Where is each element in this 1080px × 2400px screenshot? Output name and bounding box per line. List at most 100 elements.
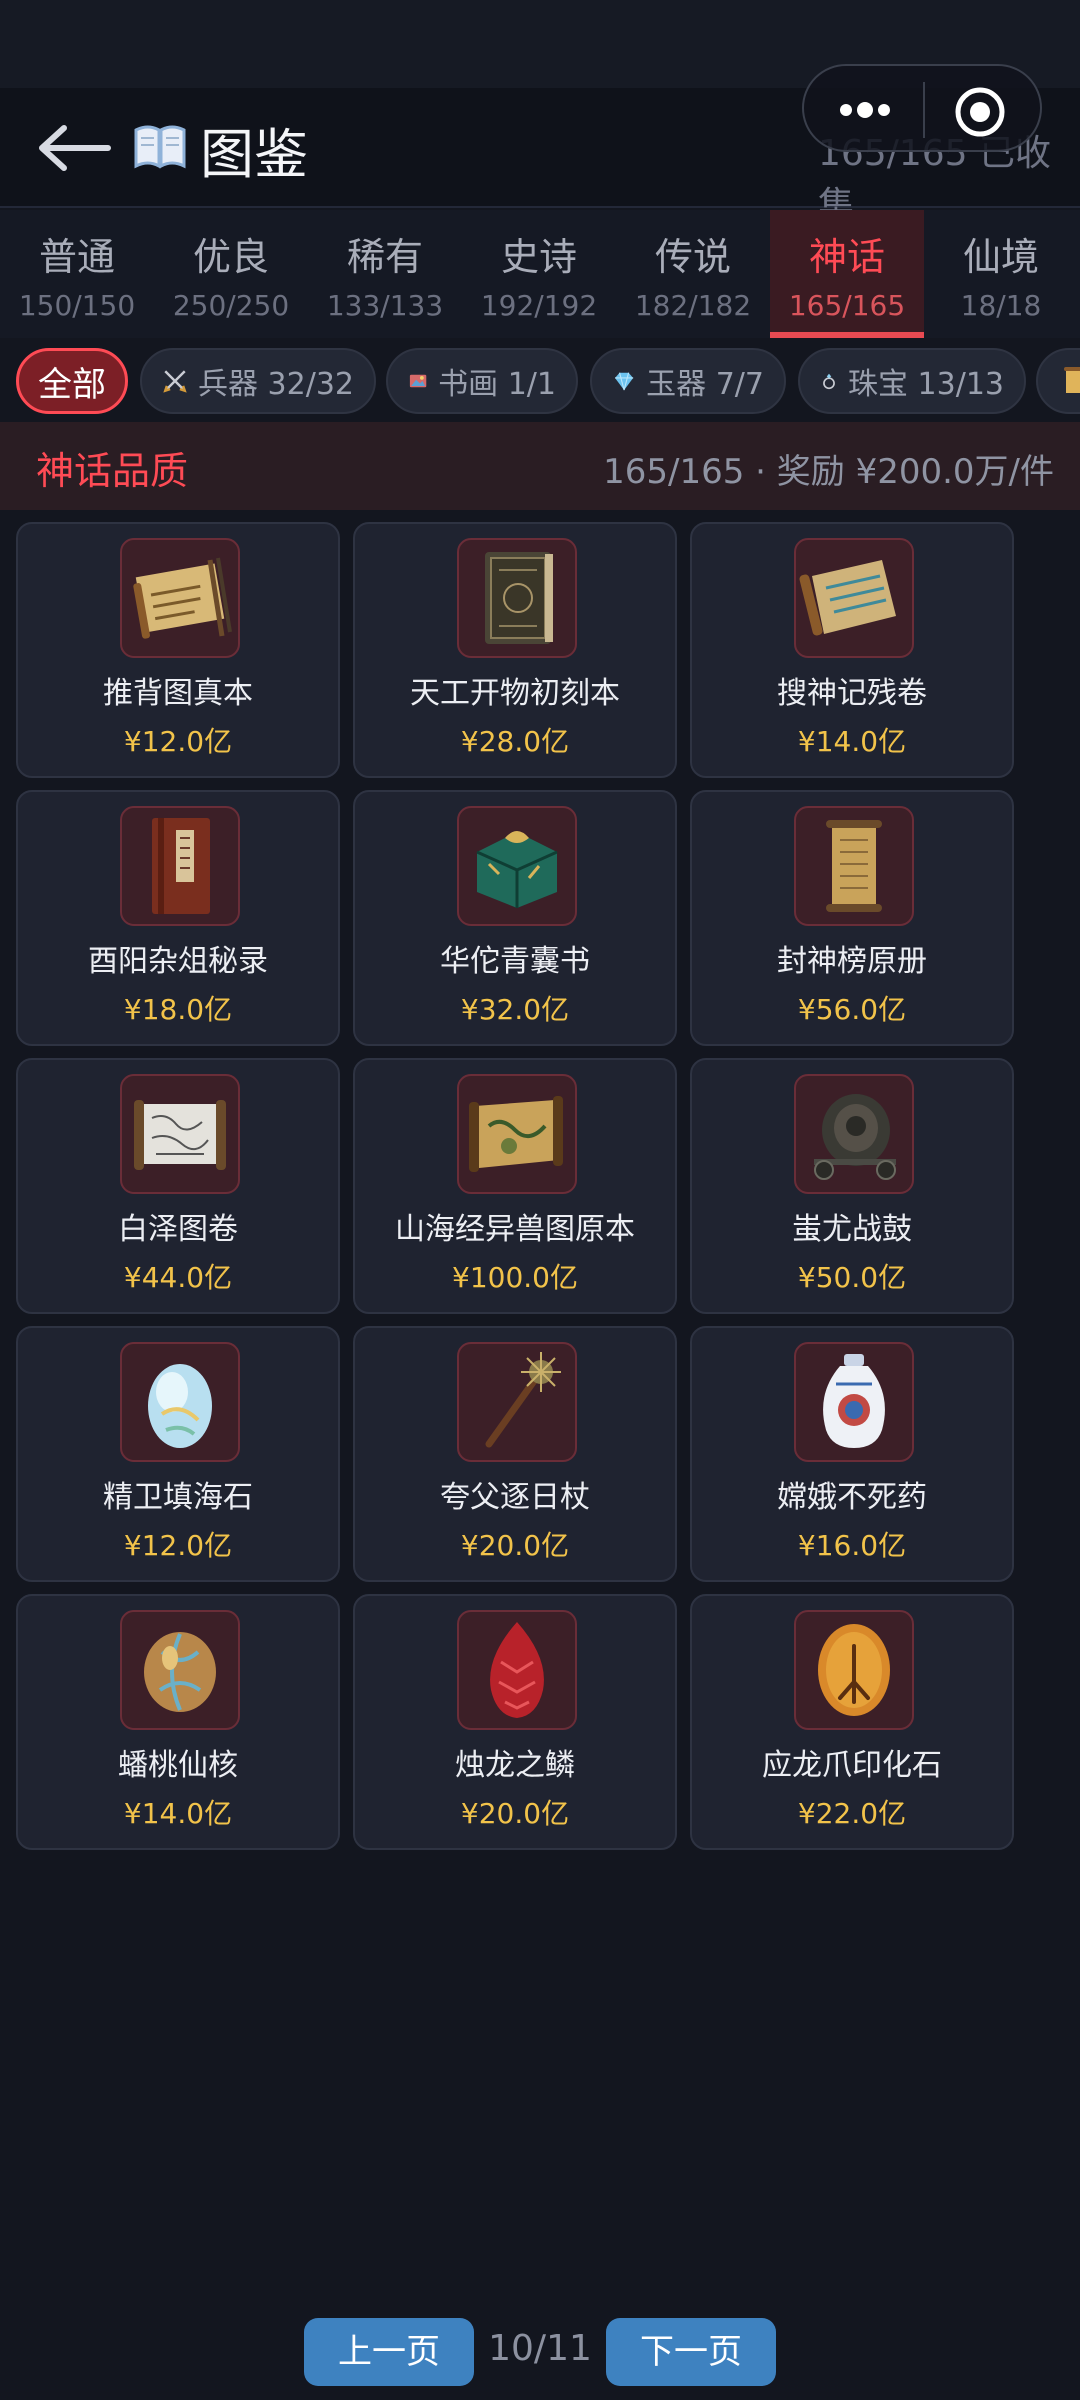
item-card[interactable]: 封神榜原册 ¥56.0亿 — [690, 790, 1014, 1046]
pagination: 上一页 10/11 下一页 — [0, 2318, 1080, 2388]
red-scale-icon — [457, 1610, 577, 1730]
section-title: 神话品质 — [36, 449, 189, 493]
more-button[interactable] — [830, 88, 900, 132]
open-scroll-icon — [120, 1074, 240, 1194]
item-card[interactable]: 夸父逐日杖 ¥20.0亿 — [353, 1326, 677, 1582]
item-name: 推背图真本 — [103, 676, 253, 711]
tab-count: 250/250 — [172, 289, 290, 322]
item-price: ¥28.0亿 — [460, 725, 570, 758]
item-card[interactable]: 烛龙之鳞 ¥20.0亿 — [353, 1594, 677, 1850]
map-scroll-icon — [457, 1074, 577, 1194]
opal-stone-icon — [120, 1342, 240, 1462]
chip-all[interactable]: 全部 — [16, 348, 128, 414]
book-icon — [132, 118, 188, 174]
item-price: ¥16.0亿 — [797, 1529, 907, 1562]
item-name: 华佗青囊书 — [440, 944, 590, 979]
item-card[interactable]: 推背图真本 ¥12.0亿 — [16, 522, 340, 778]
chip-label: 珠宝 13/13 — [848, 367, 1004, 402]
item-card[interactable]: 白泽图卷 ¥44.0亿 — [16, 1058, 340, 1314]
prev-page-button[interactable]: 上一页 — [304, 2318, 474, 2386]
item-name: 嫦娥不死药 — [777, 1480, 927, 1515]
back-button[interactable] — [34, 116, 114, 180]
item-card[interactable]: 山海经异兽图原本 ¥100.0亿 — [353, 1058, 677, 1314]
item-price: ¥32.0亿 — [460, 993, 570, 1026]
item-price: ¥100.0亿 — [452, 1261, 578, 1294]
item-card[interactable]: 搜神记残卷 ¥14.0亿 — [690, 522, 1014, 778]
item-card[interactable]: 应龙爪印化石 ¥22.0亿 — [690, 1594, 1014, 1850]
item-card[interactable]: 蟠桃仙核 ¥14.0亿 — [16, 1594, 340, 1850]
chip-jewelry[interactable]: 珠宝 13/13 — [798, 348, 1026, 414]
item-price: ¥20.0亿 — [460, 1529, 570, 1562]
chip-weapons[interactable]: 兵器 32/32 — [140, 348, 376, 414]
red-book-icon — [120, 806, 240, 926]
item-name: 酉阳杂俎秘录 — [88, 944, 268, 979]
item-name: 天工开物初刻本 — [410, 676, 620, 711]
item-name: 搜神记残卷 — [777, 676, 927, 711]
tab-quality-fairyland[interactable]: 仙境 18/18 — [924, 210, 1078, 338]
diamond-icon — [615, 372, 634, 391]
ring-icon — [823, 373, 835, 390]
item-card[interactable]: 精卫填海石 ¥12.0亿 — [16, 1326, 340, 1582]
tab-quality-myth[interactable]: 神话 165/165 — [770, 210, 924, 338]
tab-quality-epic[interactable]: 史诗 192/192 — [462, 210, 616, 338]
chip-label: 玉器 7/7 — [646, 367, 764, 402]
torn-scroll-icon — [794, 538, 914, 658]
item-card[interactable]: 天工开物初刻本 ¥28.0亿 — [353, 522, 677, 778]
item-name: 夸父逐日杖 — [440, 1480, 590, 1515]
tab-quality-rare[interactable]: 稀有 133/133 — [308, 210, 462, 338]
scroll-with-brushes-icon — [120, 538, 240, 658]
swords-icon — [163, 370, 187, 393]
item-name: 封神榜原册 — [777, 944, 927, 979]
more-dots-icon — [840, 102, 890, 118]
tab-count: 150/150 — [18, 289, 136, 322]
item-card[interactable]: 酉阳杂俎秘录 ¥18.0亿 — [16, 790, 340, 1046]
back-arrow-icon — [39, 125, 111, 171]
peach-seed-icon — [120, 1610, 240, 1730]
tab-count: 165/165 — [788, 289, 906, 322]
page-indicator: 10/11 — [488, 2328, 592, 2369]
tab-count: 192/192 — [480, 289, 598, 322]
tab-label: 传说 — [654, 235, 731, 279]
item-card[interactable]: 嫦娥不死药 ¥16.0亿 — [690, 1326, 1014, 1582]
tab-label: 仙境 — [962, 235, 1039, 279]
tab-count: 133/133 — [326, 289, 444, 322]
amber-fossil-icon — [794, 1610, 914, 1730]
tab-label: 神话 — [808, 235, 885, 279]
chip-label: 兵器 32/32 — [198, 367, 354, 402]
tab-quality-legend[interactable]: 传说 182/182 — [616, 210, 770, 338]
item-price: ¥22.0亿 — [797, 1797, 907, 1830]
item-price: ¥12.0亿 — [123, 1529, 233, 1562]
item-card[interactable]: 蚩尤战鼓 ¥50.0亿 — [690, 1058, 1014, 1314]
tab-label: 史诗 — [500, 235, 577, 279]
tab-label: 普通 — [38, 235, 115, 279]
tab-quality-common[interactable]: 普通 150/150 — [0, 210, 154, 338]
item-price: ¥44.0亿 — [123, 1261, 233, 1294]
chip-paintings[interactable]: 书画 1/1 — [386, 348, 578, 414]
item-card[interactable]: 华佗青囊书 ¥32.0亿 — [353, 790, 677, 1046]
porcelain-vase-icon — [794, 1342, 914, 1462]
item-name: 蚩尤战鼓 — [792, 1212, 912, 1247]
close-button[interactable] — [952, 84, 1008, 140]
green-bundle-icon — [457, 806, 577, 926]
section-header: 神话品质 165/165 · 奖励 ¥200.0万/件 — [0, 422, 1080, 510]
quality-tabs: 普通 150/150 优良 250/250 稀有 133/133 史诗 192/… — [0, 210, 1080, 338]
item-price: ¥20.0亿 — [460, 1797, 570, 1830]
tab-label: 稀有 — [346, 235, 423, 279]
item-price: ¥14.0亿 — [123, 1797, 233, 1830]
app-root: 图鉴 165/165 已收集 普通 150/150 优良 250/250 稀有 … — [0, 0, 1080, 2400]
category-chips: 全部 兵器 32/32 书画 1/1 玉器 7/7 珠宝 13/13 — [0, 346, 1080, 418]
tab-quality-fine[interactable]: 优良 250/250 — [154, 210, 308, 338]
next-page-button[interactable]: 下一页 — [606, 2318, 776, 2386]
hanging-scroll-icon — [794, 806, 914, 926]
capsule-divider — [923, 82, 925, 138]
tab-count: 182/182 — [634, 289, 752, 322]
page-title: 图鉴 — [200, 123, 308, 186]
chip-more[interactable] — [1036, 348, 1080, 414]
item-price: ¥18.0亿 — [123, 993, 233, 1026]
war-drum-icon — [794, 1074, 914, 1194]
chip-jade[interactable]: 玉器 7/7 — [590, 348, 786, 414]
mini-program-capsule — [802, 64, 1042, 152]
item-name: 烛龙之鳞 — [455, 1748, 575, 1783]
staff-icon — [457, 1342, 577, 1462]
chip-label: 全部 — [38, 364, 106, 405]
